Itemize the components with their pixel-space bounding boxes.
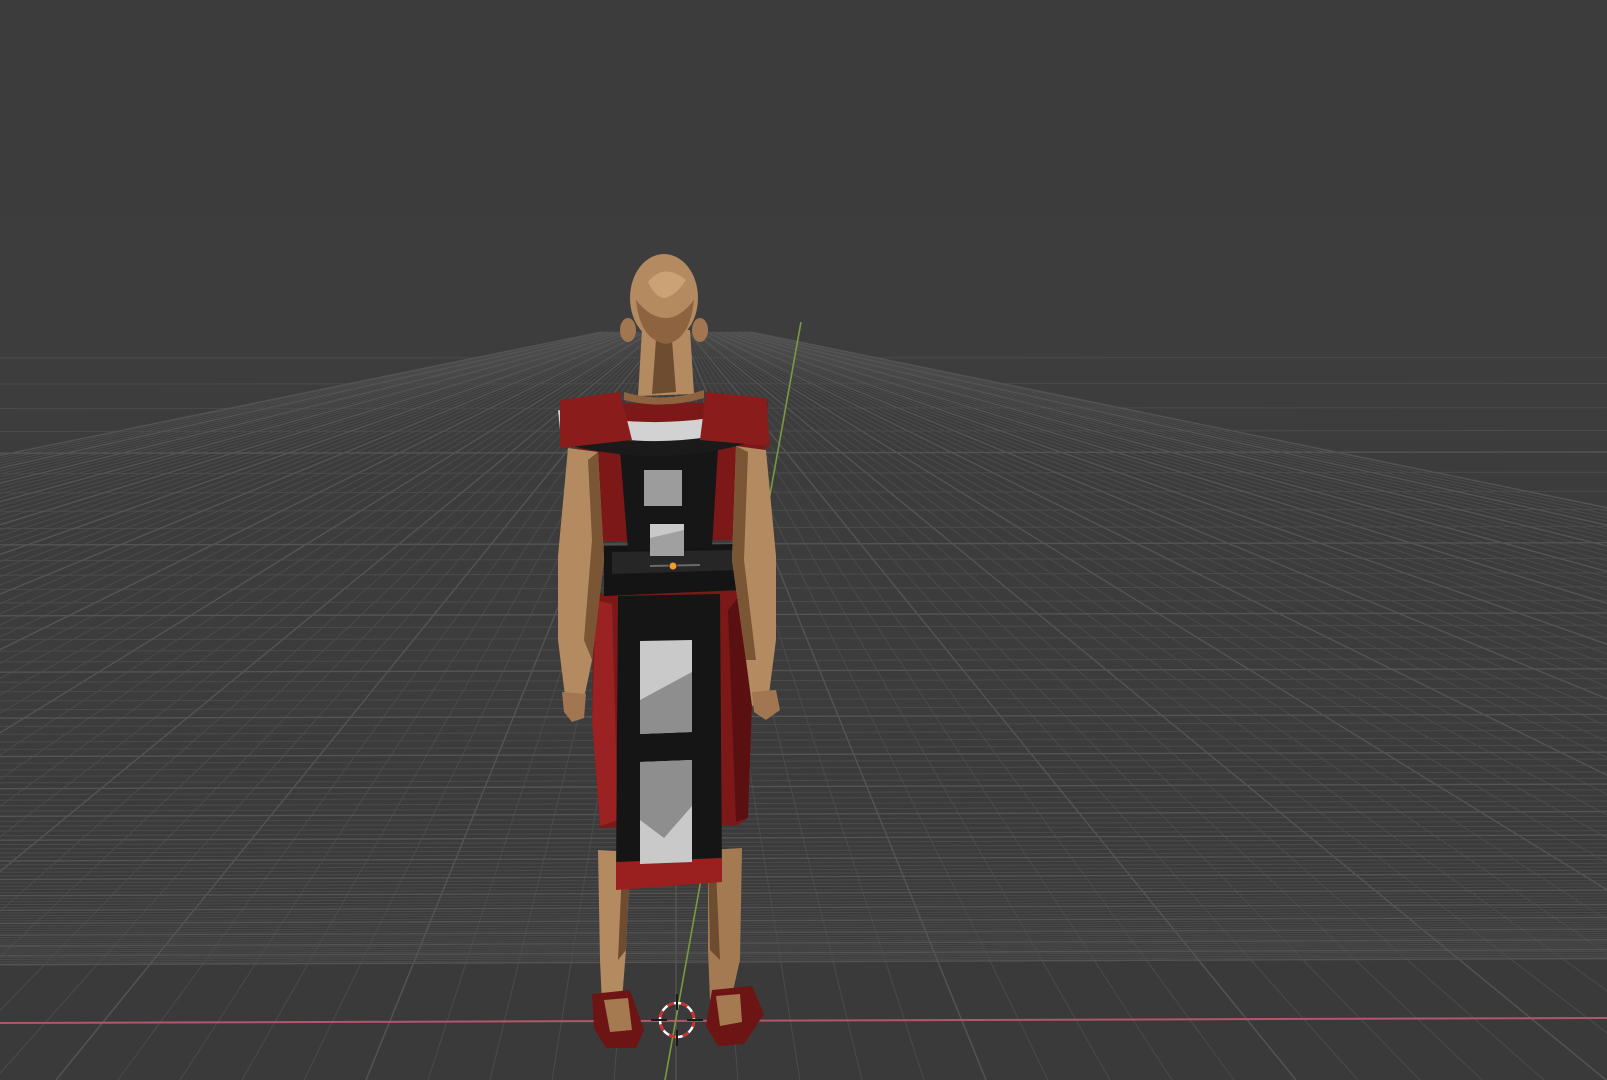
torso-panel-upper	[644, 470, 682, 506]
3d-viewport[interactable]	[0, 0, 1607, 1080]
left-ear	[620, 318, 636, 342]
origin-dot-icon[interactable]	[668, 561, 678, 571]
right-shoulder	[700, 392, 770, 446]
left-shoulder	[560, 392, 632, 448]
viewport-canvas	[0, 0, 1607, 1080]
grid-line	[0, 383, 1607, 385]
right-ear	[692, 318, 708, 342]
